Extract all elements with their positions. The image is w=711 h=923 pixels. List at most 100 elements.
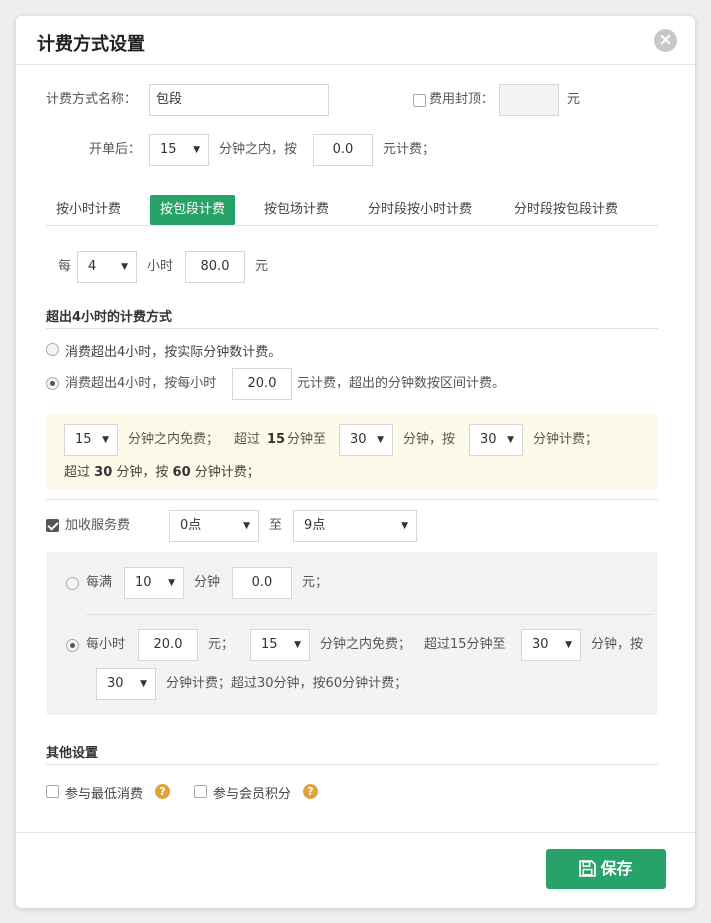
overtime-rate-input[interactable]: 20.0	[232, 368, 292, 400]
service-label: 加收服务费	[65, 518, 131, 533]
min-consume-checkbox[interactable]	[46, 785, 59, 798]
start-minutes-value: 15	[160, 142, 177, 157]
service-mode2-charge-select[interactable]: 30 ▼	[96, 668, 156, 700]
interval-free-select[interactable]: 15 ▼	[64, 424, 118, 456]
package-unit: 元	[255, 259, 269, 274]
min-consume-label: 参与最低消费	[65, 787, 144, 802]
service-mode2-to-value: 30	[532, 637, 549, 652]
service-mode2-radio[interactable]	[66, 639, 79, 652]
service-from-select[interactable]: 0点 ▼	[169, 510, 259, 542]
name-input[interactable]: 包段	[149, 84, 329, 116]
chevron-down-icon: ▼	[168, 578, 175, 588]
service-mode2-charge-value: 30	[107, 676, 124, 691]
service-to-select[interactable]: 9点 ▼	[293, 510, 417, 542]
service-mode2-tail: 分钟计费；超过30分钟，按60分钟计费；	[166, 676, 408, 691]
service-mode1-min-unit: 分钟	[194, 575, 221, 590]
overtime-option2-suffix: 元计费，超出的分钟数按区间计费。	[297, 376, 506, 391]
service-to-value: 9点	[304, 518, 326, 533]
dialog-title: 计费方式设置	[37, 34, 145, 55]
interval-line2-b: 60	[172, 465, 191, 480]
interval-to-select[interactable]: 30 ▼	[339, 424, 393, 456]
overtime-option1-radio[interactable]	[46, 343, 59, 356]
service-mode2-free-select[interactable]: 15 ▼	[250, 629, 310, 661]
chevron-down-icon: ▼	[294, 640, 301, 650]
dialog-header: 计费方式设置 ×	[16, 16, 695, 65]
service-mode1-radio[interactable]	[66, 577, 79, 590]
cap-unit: 元	[567, 92, 581, 107]
overtime-option2-radio[interactable]	[46, 377, 59, 390]
service-mode2-to-text: 分钟，按	[591, 637, 644, 652]
interval-charge-select[interactable]: 30 ▼	[469, 424, 523, 456]
interval-line2: 超过 30 分钟，按 60 分钟计费；	[64, 461, 260, 480]
service-to-text: 至	[269, 518, 283, 533]
start-amount-input[interactable]: 0.0	[313, 134, 373, 166]
cap-label: 费用封顶：	[429, 92, 495, 107]
start-suffix: 元计费；	[383, 142, 436, 157]
tab-period-package[interactable]: 分时段按包段计费	[504, 195, 628, 225]
service-from-value: 0点	[180, 518, 202, 533]
package-amount-input[interactable]: 80.0	[185, 251, 245, 283]
service-mode2-label: 每小时	[86, 637, 126, 652]
interval-line2-mid: 分钟，按	[116, 465, 169, 480]
tab-venue[interactable]: 按包场计费	[254, 195, 339, 225]
member-points-checkbox[interactable]	[194, 785, 207, 798]
chevron-down-icon: ▼	[565, 640, 572, 650]
start-within-text: 分钟之内，按	[219, 142, 298, 157]
save-button[interactable]: 保存	[546, 849, 666, 889]
chevron-down-icon: ▼	[102, 435, 109, 445]
service-mode1-minutes-select[interactable]: 10 ▼	[124, 567, 184, 599]
service-mode2-amount-input[interactable]: 20.0	[138, 629, 198, 661]
cap-checkbox[interactable]	[413, 94, 426, 107]
interval-to-value: 30	[350, 432, 367, 447]
interval-charge-value: 30	[480, 432, 497, 447]
chevron-down-icon: ▼	[121, 262, 128, 272]
service-mode2-free-text: 分钟之内免费；	[320, 637, 412, 652]
service-mode1-minutes-value: 10	[135, 575, 152, 590]
service-mode2-to-select[interactable]: 30 ▼	[521, 629, 581, 661]
question-icon[interactable]: ?	[155, 784, 170, 799]
close-icon[interactable]: ×	[654, 29, 677, 52]
name-label: 计费方式名称：	[46, 92, 138, 107]
other-title: 其他设置	[46, 746, 99, 761]
overtime-divider	[46, 328, 658, 329]
interval-charge-text: 分钟计费；	[533, 432, 599, 447]
interval-over-value: 15	[267, 432, 286, 447]
save-label: 保存	[600, 859, 633, 878]
member-points-label: 参与会员积分	[213, 787, 292, 802]
package-every: 每	[58, 259, 72, 274]
tab-package[interactable]: 按包段计费	[150, 195, 236, 225]
overtime-option1-label: 消费超出4小时，按实际分钟数计费。	[65, 345, 282, 360]
start-minutes-select[interactable]: 15 ▼	[149, 134, 209, 166]
chevron-down-icon: ▼	[401, 521, 408, 531]
service-mode2-over-text: 超过15分钟至	[424, 637, 506, 652]
package-hours-select[interactable]: 4 ▼	[77, 251, 137, 283]
other-divider	[46, 764, 658, 765]
overtime-title: 超出4小时的计费方式	[46, 310, 173, 325]
interval-line2-suffix: 分钟计费；	[194, 465, 260, 480]
tab-hourly[interactable]: 按小时计费	[46, 195, 131, 225]
package-hour-unit: 小时	[147, 259, 174, 274]
chevron-down-icon: ▼	[243, 521, 250, 531]
chevron-down-icon: ▼	[507, 435, 514, 445]
interval-free-text: 分钟之内免费；	[128, 432, 220, 447]
chevron-down-icon: ▼	[193, 145, 200, 155]
service-mode-divider	[86, 614, 654, 615]
service-mode1-unit: 元；	[302, 575, 329, 590]
chevron-down-icon: ▼	[377, 435, 384, 445]
service-mode1-label: 每满	[86, 575, 113, 590]
start-label: 开单后：	[89, 142, 142, 157]
overtime-option2-prefix: 消费超出4小时，按每小时	[65, 376, 217, 391]
cap-input[interactable]	[499, 84, 559, 116]
question-icon[interactable]: ?	[303, 784, 318, 799]
interval-to-text: 分钟，按	[403, 432, 456, 447]
interval-over-to: 分钟至	[287, 432, 327, 447]
dialog-footer: 保存	[16, 832, 695, 908]
service-divider	[46, 499, 658, 500]
floppy-disk-icon	[579, 860, 597, 877]
service-mode1-amount-input[interactable]: 0.0	[232, 567, 292, 599]
interval-over-text: 超过	[234, 432, 261, 447]
tab-period-hourly[interactable]: 分时段按小时计费	[358, 195, 482, 225]
tabs-divider	[46, 225, 658, 226]
service-checkbox[interactable]	[46, 519, 59, 532]
interval-free-value: 15	[75, 432, 92, 447]
